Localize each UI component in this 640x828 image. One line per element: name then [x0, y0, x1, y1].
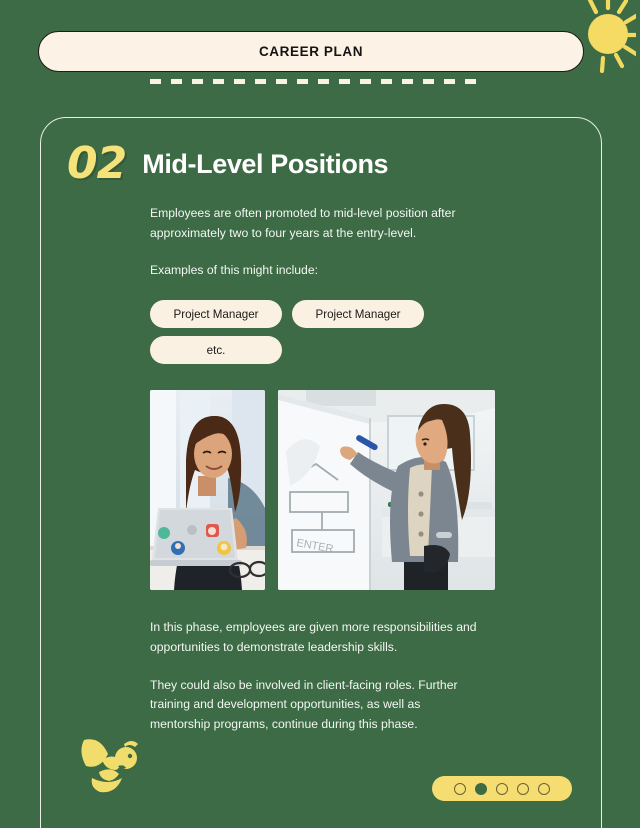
- intro-paragraph: Employees are often promoted to mid-leve…: [150, 206, 456, 240]
- pagination-dot-2[interactable]: [475, 782, 487, 795]
- pagination-dot-5[interactable]: [538, 782, 550, 795]
- closing-paragraphs: In this phase, employees are given more …: [150, 618, 480, 735]
- pagination-dot-3[interactable]: [496, 782, 508, 795]
- page-title: CAREER PLAN: [258, 44, 364, 59]
- photo-woman-at-laptop: [150, 390, 265, 590]
- closing-paragraph-1: In this phase, employees are given more …: [150, 620, 477, 654]
- photo-gallery: ENTER: [150, 390, 495, 590]
- tag-project-manager-2[interactable]: Project Manager: [292, 300, 424, 328]
- dashed-divider: [150, 79, 480, 84]
- content-card: 02 Mid-Level Positions Employees are oft…: [40, 117, 602, 828]
- bee-icon: [72, 728, 148, 804]
- section-title-row: 02 Mid-Level Positions: [67, 138, 389, 189]
- closing-paragraph-2: They could also be involved in client-fa…: [150, 677, 458, 732]
- photo-woman-at-whiteboard: ENTER: [278, 390, 495, 590]
- examples-lead: Examples of this might include:: [150, 263, 318, 277]
- section-number: 02: [67, 138, 127, 189]
- tag-etc[interactable]: etc.: [150, 336, 282, 364]
- tag-list: Project Manager Project Manager etc.: [150, 300, 490, 364]
- tag-project-manager-1[interactable]: Project Manager: [150, 300, 282, 328]
- section-heading: Mid-Level Positions: [142, 148, 389, 179]
- pagination-dot-4[interactable]: [517, 782, 529, 795]
- pagination[interactable]: [432, 776, 572, 801]
- header-title-bar: CAREER PLAN: [38, 31, 584, 72]
- pagination-dot-1[interactable]: [454, 782, 466, 795]
